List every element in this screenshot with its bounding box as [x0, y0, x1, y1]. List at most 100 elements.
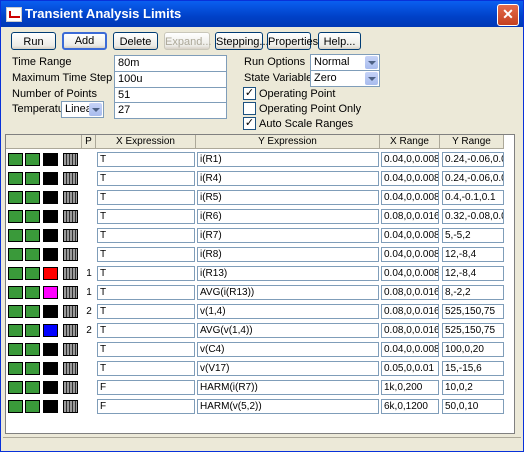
y-range-cell[interactable]: 525,150,75	[442, 304, 504, 319]
x-range-cell[interactable]: 0.08,0,0.016	[381, 323, 439, 338]
operating-point-only-checkbox[interactable]	[243, 102, 256, 115]
x-expression-cell[interactable]: T	[97, 323, 195, 338]
temperature-field[interactable]: 27	[114, 102, 227, 119]
x-range-cell[interactable]: 6k,0,1200	[381, 399, 439, 414]
delete-button[interactable]: Delete	[113, 32, 158, 50]
x-range-cell[interactable]: 0.05,0,0.01	[381, 361, 439, 376]
plot-color-swatch[interactable]	[8, 324, 23, 337]
x-range-cell[interactable]: 0.08,0,0.016	[381, 304, 439, 319]
operating-point-checkbox[interactable]: ✓	[243, 87, 256, 100]
scale-color-swatch[interactable]	[25, 153, 40, 166]
x-range-cell[interactable]: 0.04,0,0.008	[381, 342, 439, 357]
auto-scale-checkbox[interactable]: ✓	[243, 117, 256, 130]
plot-color-swatch[interactable]	[8, 210, 23, 223]
x-expression-cell[interactable]: T	[97, 171, 195, 186]
plot-color-swatch[interactable]	[8, 305, 23, 318]
line-pattern-swatch[interactable]	[63, 286, 78, 299]
plot-color-swatch[interactable]	[8, 172, 23, 185]
curve-color-swatch[interactable]	[43, 343, 58, 356]
plot-color-swatch[interactable]	[8, 153, 23, 166]
y-expression-cell[interactable]: i(R4)	[197, 171, 379, 186]
curve-color-swatch[interactable]	[43, 400, 58, 413]
curve-color-swatch[interactable]	[43, 381, 58, 394]
curve-color-swatch[interactable]	[43, 210, 58, 223]
plot-color-swatch[interactable]	[8, 229, 23, 242]
x-expression-cell[interactable]: T	[97, 342, 195, 357]
plot-group-cell[interactable]: 1	[83, 285, 95, 300]
plot-color-swatch[interactable]	[8, 362, 23, 375]
properties-button[interactable]: Properties...	[267, 32, 327, 50]
line-pattern-swatch[interactable]	[63, 153, 78, 166]
scale-color-swatch[interactable]	[25, 267, 40, 280]
plot-color-swatch[interactable]	[8, 343, 23, 356]
line-pattern-swatch[interactable]	[63, 172, 78, 185]
time-range-field[interactable]: 80m	[114, 55, 227, 72]
y-expression-cell[interactable]: i(R5)	[197, 190, 379, 205]
run-options-select[interactable]: Normal	[310, 54, 380, 71]
y-range-cell[interactable]: 100,0,20	[442, 342, 504, 357]
line-pattern-swatch[interactable]	[63, 229, 78, 242]
scale-color-swatch[interactable]	[25, 362, 40, 375]
table-row[interactable]: Ti(R8) 0.04,0,0.008 12,-8,4	[6, 246, 514, 264]
curve-color-swatch[interactable]	[43, 191, 58, 204]
state-variables-select[interactable]: Zero	[310, 70, 380, 87]
y-range-cell[interactable]: 525,150,75	[442, 323, 504, 338]
plot-group-cell[interactable]	[83, 209, 95, 224]
y-range-cell[interactable]: 50,0,10	[442, 399, 504, 414]
y-expression-cell[interactable]: AVG(i(R13))	[197, 285, 379, 300]
run-button[interactable]: Run	[11, 32, 56, 50]
add-button[interactable]: Add	[62, 32, 107, 50]
table-row[interactable]: Ti(R6)0.08,0,0.0160.32,-0.08,0.08	[6, 208, 514, 226]
plot-color-swatch[interactable]	[8, 400, 23, 413]
x-expression-cell[interactable]: T	[97, 266, 195, 281]
x-range-cell[interactable]: 0.04,0,0.008	[381, 266, 439, 281]
y-range-cell[interactable]: 5,-5,2	[442, 228, 504, 243]
chevron-down-icon[interactable]	[89, 103, 102, 116]
y-range-cell[interactable]: 0.32,-0.08,0.08	[442, 209, 504, 224]
scale-color-swatch[interactable]	[25, 286, 40, 299]
scale-color-swatch[interactable]	[25, 191, 40, 204]
curve-color-swatch[interactable]	[43, 362, 58, 375]
header-x-expression[interactable]: X Expression	[96, 135, 196, 149]
table-row[interactable]: Ti(R4)0.04,0,0.0080.24,-0.06,0.06	[6, 170, 514, 188]
help-button[interactable]: Help...	[318, 32, 361, 50]
curve-color-swatch[interactable]	[43, 324, 58, 337]
plot-group-cell[interactable]	[83, 228, 95, 243]
curve-color-swatch[interactable]	[43, 248, 58, 261]
y-range-cell[interactable]: 12,-8,4	[442, 247, 504, 262]
table-row[interactable]: 2 T AVG(v(1,4)) 0.08,0,0.016 525,150,75	[6, 322, 514, 340]
y-range-cell[interactable]: 10,0,2	[442, 380, 504, 395]
x-expression-cell[interactable]: T	[97, 190, 195, 205]
x-expression-cell[interactable]: T	[97, 228, 195, 243]
header-x-range[interactable]: X Range	[380, 135, 440, 149]
y-range-cell[interactable]: 15,-15,6	[442, 361, 504, 376]
plot-group-cell[interactable]	[83, 152, 95, 167]
scale-color-swatch[interactable]	[25, 343, 40, 356]
x-expression-cell[interactable]: F	[97, 399, 195, 414]
y-expression-cell[interactable]: v(1,4)	[197, 304, 379, 319]
x-expression-cell[interactable]: T	[97, 209, 195, 224]
header-y-range[interactable]: Y Range	[440, 135, 504, 149]
max-time-step-field[interactable]: 100u	[114, 71, 227, 88]
y-range-cell[interactable]: 0.24,-0.06,0.06	[442, 171, 504, 186]
plot-group-cell[interactable]	[83, 399, 95, 414]
y-range-cell[interactable]: 0.4,-0.1,0.1	[442, 190, 504, 205]
scale-color-swatch[interactable]	[25, 305, 40, 318]
plot-color-swatch[interactable]	[8, 381, 23, 394]
y-expression-cell[interactable]: HARM(v(5,2))	[197, 399, 379, 414]
curve-color-swatch[interactable]	[43, 172, 58, 185]
x-range-cell[interactable]: 0.04,0,0.008	[381, 247, 439, 262]
line-pattern-swatch[interactable]	[63, 267, 78, 280]
stepping-button[interactable]: Stepping...	[215, 32, 269, 50]
plot-group-cell[interactable]	[83, 190, 95, 205]
curve-color-swatch[interactable]	[43, 305, 58, 318]
header-p[interactable]: P	[82, 135, 96, 149]
x-expression-cell[interactable]: T	[97, 304, 195, 319]
x-range-cell[interactable]: 0.08,0,0.016	[381, 285, 439, 300]
plot-color-swatch[interactable]	[8, 248, 23, 261]
line-pattern-swatch[interactable]	[63, 324, 78, 337]
curve-color-swatch[interactable]	[43, 229, 58, 242]
x-expression-cell[interactable]: T	[97, 361, 195, 376]
scale-color-swatch[interactable]	[25, 381, 40, 394]
expand-button[interactable]: Expand...	[164, 32, 211, 50]
